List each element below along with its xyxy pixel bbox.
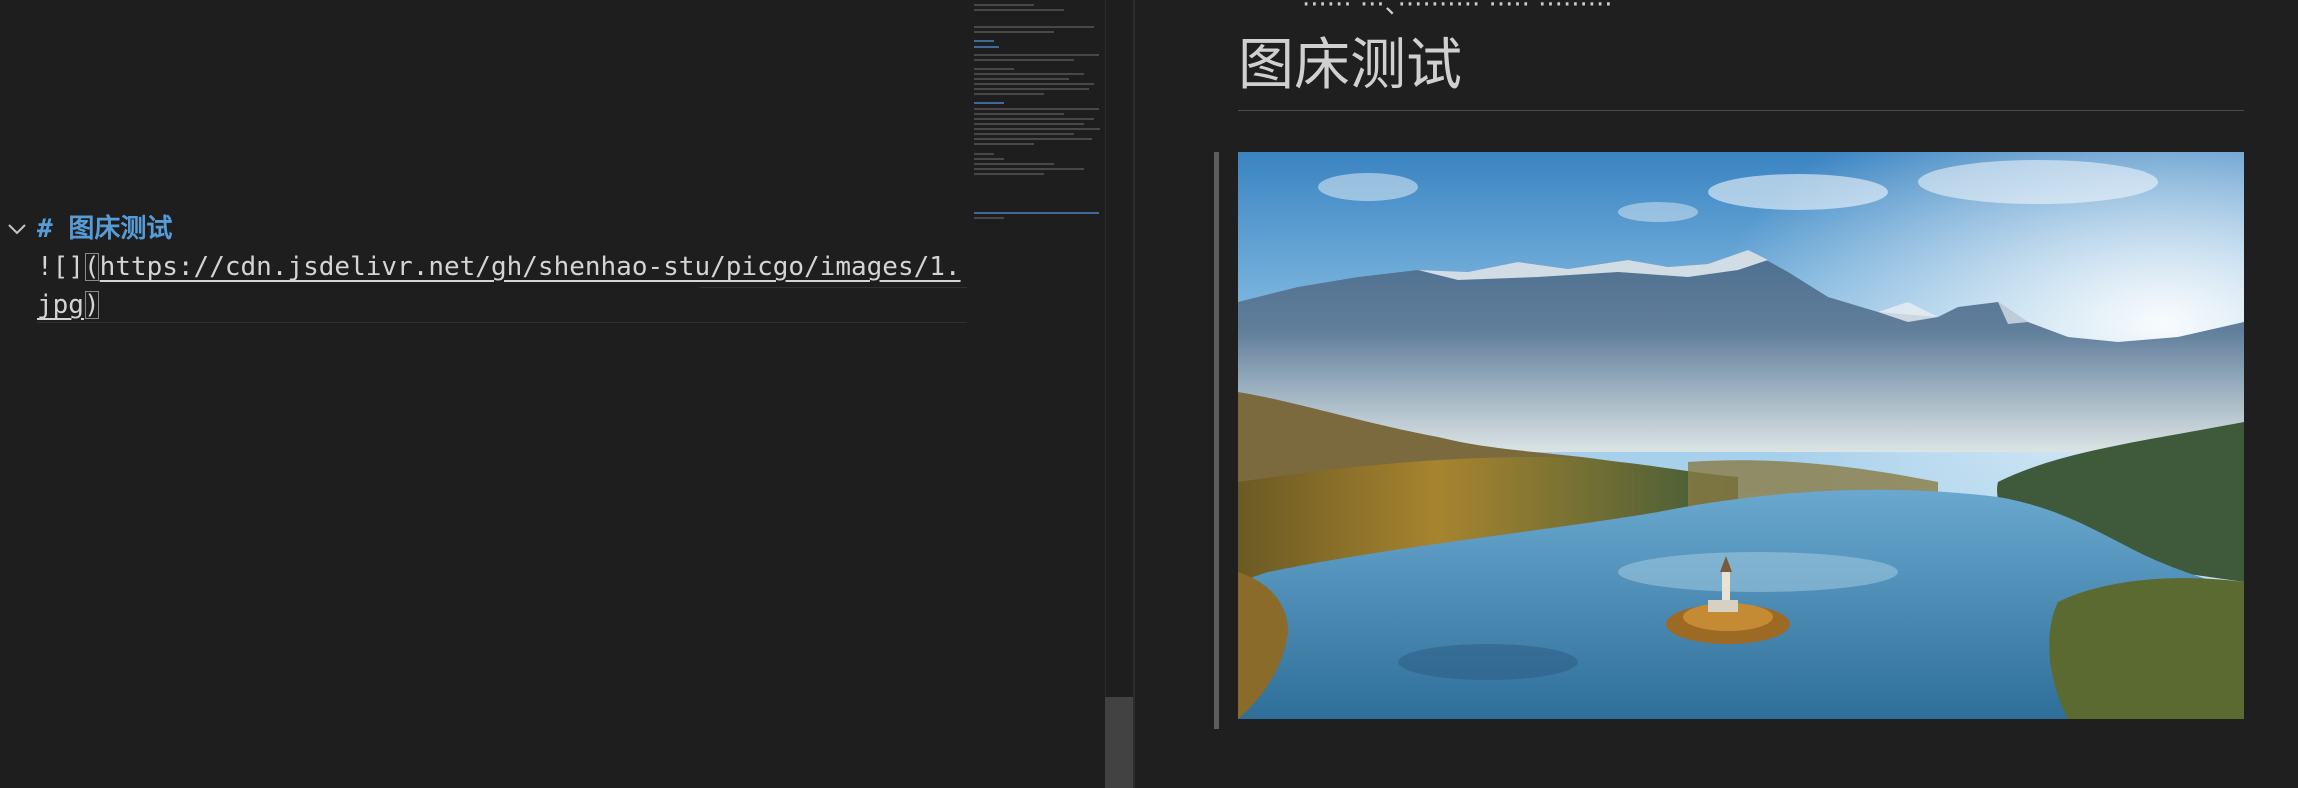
chevron-down-icon[interactable] bbox=[6, 218, 28, 240]
heading-marker: # bbox=[37, 214, 53, 244]
image-prefix: ![] bbox=[37, 252, 84, 282]
wrap-line-border bbox=[700, 287, 967, 288]
editor-line-heading[interactable]: # 图床测试 bbox=[37, 210, 172, 248]
open-paren: ( bbox=[83, 252, 100, 282]
minimap[interactable] bbox=[970, 0, 1105, 230]
app-window: # 图床测试 ![](https://cdn.jsdelivr.net/gh/s… bbox=[0, 0, 2298, 788]
editor-scrollbar-thumb[interactable] bbox=[1105, 697, 1133, 788]
preview-heading: 图床测试 bbox=[1238, 33, 1462, 98]
preview-partial-line: ······ ···、·········· ····· ········· bbox=[1302, 0, 1613, 20]
heading-underline bbox=[1238, 110, 2244, 111]
heading-text: 图床测试 bbox=[68, 214, 173, 244]
current-line-border bbox=[37, 322, 967, 323]
image-url-part1[interactable]: https://cdn.jsdelivr.net/gh/shenhao-stu/… bbox=[100, 252, 961, 282]
editor-line-image-wrap[interactable]: jpg) bbox=[37, 286, 100, 324]
preview-image bbox=[1238, 152, 2244, 719]
close-paren: ) bbox=[83, 290, 100, 320]
image-url-part2[interactable]: jpg bbox=[37, 290, 84, 320]
editor-line-image[interactable]: ![](https://cdn.jsdelivr.net/gh/shenhao-… bbox=[37, 248, 961, 286]
image-left-bar bbox=[1214, 152, 1219, 729]
editor-scrollbar-track[interactable] bbox=[1105, 0, 1134, 788]
markdown-editor[interactable]: # 图床测试 ![](https://cdn.jsdelivr.net/gh/s… bbox=[0, 0, 1105, 788]
